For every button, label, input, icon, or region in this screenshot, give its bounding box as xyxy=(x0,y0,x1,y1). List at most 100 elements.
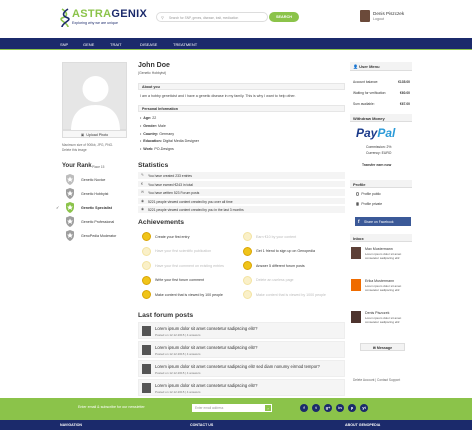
about-text: I am a hobby geneticist and I have a gen… xyxy=(140,94,296,98)
profile-name: John Doe xyxy=(138,62,170,69)
logo-part-2: GENIX xyxy=(111,8,148,20)
rank-item[interactable]: ✓ Genetic Specialist xyxy=(56,202,132,214)
stat-icon: ◉ xyxy=(141,198,145,203)
profile-photo xyxy=(62,62,127,131)
info-value: Germany xyxy=(159,131,175,136)
account-balance-value: €135.00 xyxy=(398,80,410,84)
personal-header: Personal Information xyxy=(138,105,345,112)
forum-post-title[interactable]: Lorem ipsum dolor sit amet consetetur sa… xyxy=(155,364,320,369)
waiting-verification: Waiting for verification: €60.00 xyxy=(353,91,410,95)
forum-post-meta: Posted on 12.12.2015 | 4 answers xyxy=(155,371,201,375)
logout-link[interactable]: Logout xyxy=(373,17,384,21)
bullet-icon: • xyxy=(140,131,142,136)
inbox-message: Lorem ipsum dolor sit amet consetetur sa… xyxy=(365,252,402,261)
transfer-button[interactable]: Transfer earn now xyxy=(362,163,391,167)
inbox-sender: Max Mustermann xyxy=(365,247,393,251)
footer-navigation[interactable]: NAVIGATION xyxy=(60,423,82,427)
medal-icon xyxy=(243,232,252,241)
header-user-name[interactable]: Denis Piszczek xyxy=(373,11,404,16)
share-facebook-button[interactable]: f Share on Facebook xyxy=(355,217,411,226)
paypal-logo[interactable]: PayPal xyxy=(356,126,395,140)
stat-icon: ◉ xyxy=(141,207,145,212)
profile-header: Profile xyxy=(350,180,412,188)
inbox-item[interactable]: Erika Mustermann Lorem ipsum dolor sit am… xyxy=(351,279,411,305)
search-icon: ⚲ xyxy=(161,15,164,20)
rank-item[interactable]: Genetic Novice xyxy=(62,174,132,186)
info-value: Digital Media Designer xyxy=(162,139,199,144)
forum-post[interactable]: Lorem ipsum dolor sit amet consetetur sa… xyxy=(138,379,345,396)
checkmark-icon: ✓ xyxy=(56,205,60,210)
medal-icon xyxy=(142,232,151,241)
info-key: Gender: xyxy=(143,123,158,128)
logo-wordmark[interactable]: ASTRAGENIX xyxy=(72,8,147,20)
twitter-icon[interactable]: t xyxy=(312,404,320,412)
forum-post-title[interactable]: Lorem ipsum dolor sit amet consetetur sa… xyxy=(155,383,257,388)
search-button[interactable]: SEARCH xyxy=(269,12,299,22)
medal-icon xyxy=(243,275,252,285)
forum-post[interactable]: Lorem ipsum dolor sit amet consetetur sa… xyxy=(138,341,345,358)
inbox-item[interactable]: Denis Piszczek Lorem ipsum dolor sit amet… xyxy=(351,311,411,337)
youtube-icon[interactable]: yt xyxy=(360,404,368,412)
forum-post-title[interactable]: Lorem ipsum dolor sit amet consetetur sa… xyxy=(155,326,257,331)
achievement-label: Write your first forum comment xyxy=(155,278,205,283)
achievement-item: Make content that is viewed by 100 peopl… xyxy=(139,290,239,300)
google-plus-icon[interactable]: g+ xyxy=(324,404,332,412)
avatar xyxy=(142,364,151,374)
message-button[interactable]: ✉ Message xyxy=(360,343,405,351)
profile-handle: (Genetic Hobbyist) xyxy=(138,71,167,75)
nav-trait[interactable]: TRAIT xyxy=(110,42,122,47)
account-links[interactable]: Delete Account | Contact Support xyxy=(353,378,400,382)
achievement-label: Earn €10 by your content xyxy=(256,234,297,239)
rank-item[interactable]: Genetic Professional xyxy=(62,216,132,228)
forum-post-title[interactable]: Lorem ipsum dolor sit amet consetetur sa… xyxy=(155,345,257,350)
forum-post[interactable]: Lorem ipsum dolor sit amet consetetur sa… xyxy=(138,322,345,339)
stat-row: € You have earned €243 in total xyxy=(138,180,345,188)
avatar[interactable] xyxy=(360,10,370,22)
nav-gene[interactable]: GENE xyxy=(83,42,94,47)
avatar xyxy=(351,311,361,323)
linkedin-icon[interactable]: in xyxy=(336,404,344,412)
upload-photo-button[interactable]: ▣ Upload Photo xyxy=(62,130,127,138)
delete-image-link[interactable]: Delete this image xyxy=(62,148,87,152)
share-label: Share on Facebook xyxy=(364,219,394,224)
achievement-item: Have your first comment on existing entr… xyxy=(139,261,239,271)
stat-text: You have created 233 entries xyxy=(148,174,192,178)
nav-treatment[interactable]: TREATMENT xyxy=(173,42,197,47)
search-input[interactable]: ⚲ Search for SNP, genes, disease, trait, … xyxy=(156,12,268,22)
paypal-part-2: Pal xyxy=(377,126,396,140)
bullet-icon: • xyxy=(140,139,142,144)
main-nav: SNP GENE TRAIT DISEASE TREATMENT xyxy=(0,38,472,50)
waiting-value: €60.00 xyxy=(399,91,410,95)
email-field[interactable]: Enter email address xyxy=(192,404,264,412)
profile-private-radio[interactable]: Profile private xyxy=(356,202,382,206)
avatar xyxy=(142,383,151,393)
upload-note: Maximum size of 900kb, JPG, PNG. xyxy=(62,143,114,147)
account-balance-label: Account balance: xyxy=(353,80,379,84)
user-menu-title: User Menu xyxy=(359,63,380,69)
rank-label: Genetic Hobbyist xyxy=(81,191,109,196)
nav-disease[interactable]: DISEASE xyxy=(140,42,157,47)
info-key: Education: xyxy=(143,139,162,144)
info-value: PO-Designs xyxy=(154,147,174,152)
info-value: Male xyxy=(158,123,166,128)
rank-label: Genetic Specialist xyxy=(81,205,112,210)
achievement-label: Get 1 friend to sign up on Genopedia xyxy=(256,249,315,254)
profile-public-radio[interactable]: Profile public xyxy=(356,192,381,196)
info-value: 22 xyxy=(152,116,157,120)
footer-contact[interactable]: CONTACT US xyxy=(190,423,213,427)
achievement-label: Answer 5 different forum posts xyxy=(256,263,305,268)
rank-item[interactable]: GenoPedia Moderator xyxy=(62,230,132,242)
pinterest-icon[interactable]: p xyxy=(348,404,356,412)
nav-snp[interactable]: SNP xyxy=(60,42,68,47)
info-row: • Work: PO-Designs xyxy=(140,147,174,151)
forum-post[interactable]: Lorem ipsum dolor sit amet consetetur sa… xyxy=(138,360,345,377)
inbox-item[interactable]: Max Mustermann Lorem ipsum dolor sit amet… xyxy=(351,247,411,273)
footer-about[interactable]: ABOUT GENOPEDIA xyxy=(345,423,380,427)
achievement-label: Have your first scientific publication xyxy=(155,249,212,254)
achievement-item: Answer 5 different forum posts xyxy=(240,261,340,271)
facebook-icon[interactable]: f xyxy=(300,404,308,412)
rank-item[interactable]: Genetic Hobbyist xyxy=(62,188,132,200)
paypal-part-1: Pay xyxy=(356,126,378,140)
subscribe-button[interactable]: › xyxy=(264,404,272,412)
info-row: • Gender: Male xyxy=(140,124,166,128)
